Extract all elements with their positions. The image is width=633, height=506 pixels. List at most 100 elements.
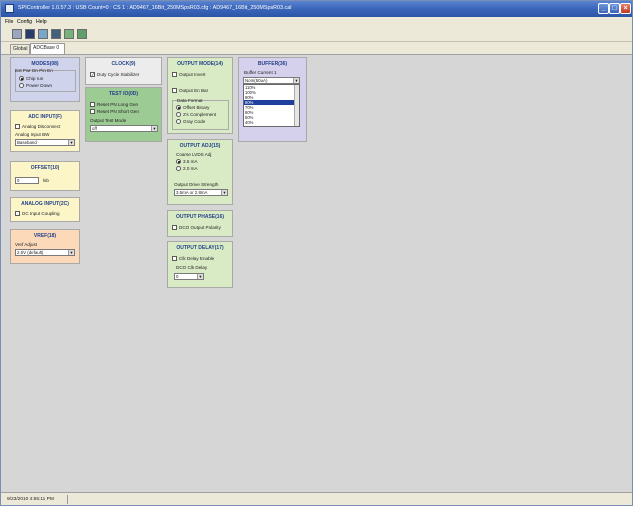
offset-binary-radio[interactable] [176, 105, 181, 110]
modes-title: MODES(08) [31, 61, 59, 67]
output-test-mode-label: Output Test Mode [90, 118, 127, 123]
output-test-mode-value: off [92, 126, 97, 131]
vref-adjust-select[interactable]: 2.5V (default) ▼ [15, 249, 75, 256]
dco-output-polarity-checkbox[interactable] [172, 225, 177, 230]
analog-input-panel: ANALOG INPUT(2C) DC Input Coupling [10, 197, 80, 222]
dco-clk-delay-value: 0 [176, 274, 179, 279]
status-bar: 9/23/2010 4:55:11 PM [1, 492, 632, 505]
power-down-radio[interactable] [19, 83, 24, 88]
reset-pn-short-checkbox[interactable] [90, 109, 95, 114]
output-phase-title: OUTPUT PHASE(16) [175, 214, 225, 220]
run-icon[interactable] [77, 29, 87, 39]
chevron-down-icon: ▼ [293, 78, 299, 83]
output-en-bar-checkbox[interactable] [172, 88, 177, 93]
chevron-down-icon: ▼ [221, 190, 227, 195]
offset-stepper[interactable]: 0 [15, 177, 39, 184]
title-bar[interactable]: SPIController 1.0.57.3 : USB Count=0 : C… [1, 1, 632, 17]
coarse-lvds-adj-label: Coarse LVDS Adj [176, 152, 212, 157]
offset-unit: lsb [43, 178, 49, 183]
clock-panel: CLOCK(9) ✓ Duty Cycle Stabilizer [85, 57, 162, 85]
refresh-icon[interactable] [64, 29, 74, 39]
analog-disconnect-checkbox[interactable] [15, 124, 20, 129]
dco-output-polarity-label: DCO Output Polarity [179, 225, 221, 230]
offset-panel: OFFSET(10) 0 lsb [10, 161, 80, 191]
adc-input-title: ADC INPUT(F) [28, 114, 62, 120]
toolbar [1, 27, 632, 42]
twos-complement-label: 2's Complement [183, 112, 217, 117]
tab-global[interactable]: Global [10, 44, 30, 54]
output-test-mode-select[interactable]: off ▼ [90, 125, 158, 132]
modes-panel: MODES(08) Ext Pwr Dn Pin En Chip run Pow… [10, 57, 80, 102]
offset-title: OFFSET(10) [30, 165, 60, 171]
coarse-2-0ma-radio[interactable] [176, 166, 181, 171]
output-mode-panel: OUTPUT MODE(14) Output Invert Output En … [167, 57, 233, 134]
analog-input-bw-select[interactable]: Baseband ▼ [15, 139, 75, 146]
status-timestamp: 9/23/2010 4:55:11 PM [7, 497, 54, 502]
open-icon[interactable] [12, 29, 22, 39]
output-invert-label: Output Invert [179, 72, 206, 77]
coarse-3-5ma-radio[interactable] [176, 159, 181, 164]
output-delay-panel: OUTPUT DELAY(17) Clk Delay Enable DCO Cl… [167, 241, 233, 288]
chip-run-radio[interactable] [19, 76, 24, 81]
list-item[interactable]: 40% [244, 120, 299, 125]
test-io-panel: TEST IO(0D) Reset PN Long Gen Reset PN S… [85, 87, 162, 142]
reset-pn-long-label: Reset PN Long Gen [97, 102, 139, 107]
test-io-title: TEST IO(0D) [108, 91, 139, 97]
menu-config[interactable]: Config [17, 19, 32, 25]
buffer-current-label: Buffer Current 1 [244, 70, 277, 75]
power-down-group [15, 70, 76, 92]
clk-delay-enable-checkbox[interactable] [172, 256, 177, 261]
dco-clk-delay-label: DCO Clk Delay [176, 265, 208, 270]
adc-input-panel: ADC INPUT(F) Analog Disconnect Analog In… [10, 110, 80, 152]
list-scrollbar[interactable] [294, 85, 299, 126]
twos-complement-radio[interactable] [176, 112, 181, 117]
duty-cycle-stabilizer-label: Duty Cycle Stabilizer [97, 72, 140, 77]
output-drive-strength-select[interactable]: 3.5mA or 2.8mA ▼ [174, 189, 228, 196]
output-adj-title: OUTPUT ADJ(15) [179, 143, 221, 149]
output-adj-panel: OUTPUT ADJ(15) Coarse LVDS Adj 3.5 mA 2.… [167, 139, 233, 205]
dc-input-coupling-checkbox[interactable] [15, 211, 20, 216]
reset-pn-long-checkbox[interactable] [90, 102, 95, 107]
gray-code-radio[interactable] [176, 119, 181, 124]
menu-file[interactable]: File [5, 19, 13, 25]
menu-help[interactable]: Help [36, 19, 47, 25]
status-divider [67, 495, 68, 504]
clk-delay-enable-label: Clk Delay Enable [179, 256, 215, 261]
write-icon[interactable] [51, 29, 61, 39]
offset-value: 0 [17, 178, 20, 183]
buffer-current-value: Nom(50uA) [245, 78, 268, 83]
maximize-icon[interactable]: □ [609, 3, 620, 14]
output-invert-checkbox[interactable] [172, 72, 177, 77]
register-canvas: MODES(08) Ext Pwr Dn Pin En Chip run Pow… [1, 54, 632, 492]
vref-adjust-label: Vref Adjust [15, 242, 38, 247]
minimize-icon[interactable]: _ [598, 3, 609, 14]
output-delay-title: OUTPUT DELAY(17) [176, 245, 224, 251]
buffer-current-select[interactable]: Nom(50uA) ▼ [243, 77, 300, 84]
chevron-down-icon: ▼ [68, 250, 74, 255]
gray-code-label: Gray Code [183, 119, 206, 124]
menu-bar: File Config Help [1, 17, 632, 27]
dco-clk-delay-select[interactable]: 0 ▼ [174, 273, 204, 280]
output-drive-strength-label: Output Drive Strength [174, 182, 219, 187]
app-window: SPIController 1.0.57.3 : USB Count=0 : C… [0, 0, 633, 506]
save-icon[interactable] [25, 29, 35, 39]
tab-adcbase-0[interactable]: ADCBase 0 [30, 43, 65, 54]
analog-input-title: ANALOG INPUT(2C) [21, 201, 69, 207]
window-title: SPIController 1.0.57.3 : USB Count=0 : C… [18, 5, 292, 11]
close-icon[interactable]: × [620, 3, 631, 14]
clock-title: CLOCK(9) [111, 61, 136, 67]
buffer-current-dropdown-list[interactable]: 110% 100% 90% 80% 70% 60% 50% 40% [243, 84, 300, 127]
duty-cycle-stabilizer-checkbox[interactable]: ✓ [90, 72, 95, 77]
analog-input-bw-label: Analog Input BW [15, 132, 50, 137]
output-mode-title: OUTPUT MODE(14) [177, 61, 223, 67]
output-drive-strength-value: 3.5mA or 2.8mA [176, 190, 208, 195]
coarse-2-0ma-label: 2.0 mA [183, 166, 198, 171]
chevron-down-icon: ▼ [197, 274, 203, 279]
ext-pwr-dn-label: Ext Pwr Dn Pin En [15, 68, 53, 73]
power-down-label: Power Down [26, 83, 53, 88]
chevron-down-icon: ▼ [151, 126, 157, 131]
read-icon[interactable] [38, 29, 48, 39]
analog-input-bw-value: Baseband [17, 140, 37, 145]
chevron-down-icon: ▼ [68, 140, 74, 145]
buffer-title: BUFFER(36) [257, 61, 288, 67]
